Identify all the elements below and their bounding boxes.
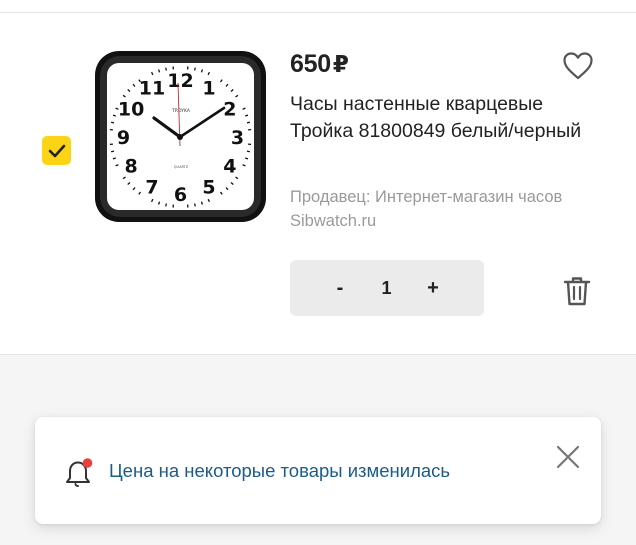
quantity-value: 1	[381, 277, 392, 298]
clock-tick	[193, 67, 196, 71]
clock-numeral: 12	[167, 70, 193, 92]
top-divider	[0, 0, 636, 13]
clock-tick	[110, 150, 115, 153]
cart-item-card: 12 1 2 3 4 5 6 7 8 9 10 11 TROYKA QUARTZ 650₽ Часы …	[0, 13, 636, 355]
wall-clock-image[interactable]: 12 12 3 45678 9 1011 TROYKA QUARTZ	[92, 48, 269, 225]
clock-tick	[246, 121, 251, 124]
clock-tick	[246, 150, 251, 153]
decrease-quantity-button[interactable]: -	[315, 260, 365, 316]
clock-tick	[112, 157, 116, 160]
quantity-stepper: - 1 +	[290, 260, 484, 316]
price-change-notice: Цена на некоторые товары изменилась	[35, 417, 601, 524]
clock-tick	[110, 121, 115, 124]
clock-numeral: 11	[139, 78, 165, 100]
clock-numeral: 3	[231, 127, 244, 149]
clock-tick	[200, 201, 204, 205]
select-item-checkbox[interactable]	[42, 136, 71, 165]
clock-quartz-label: QUARTZ	[174, 165, 189, 169]
clock-numeral: 7	[145, 176, 158, 198]
clock-tick	[157, 69, 161, 73]
heart-icon	[563, 51, 593, 79]
checkmark-icon	[48, 144, 65, 157]
clock-numeral: 2	[223, 99, 236, 121]
delete-item-button[interactable]	[557, 271, 597, 311]
clock-tick	[112, 114, 116, 117]
clock-tick	[165, 67, 168, 71]
clock-numeral: 1	[202, 78, 215, 100]
increase-quantity-button[interactable]: +	[408, 260, 458, 316]
product-title[interactable]: Часы настенные кварцевые Тройка 81800849…	[290, 91, 590, 145]
clock-brand-label: TROYKA	[171, 108, 191, 114]
clock-numeral: 8	[124, 156, 137, 178]
clock-numeral: 5	[202, 176, 215, 198]
clock-tick	[157, 201, 161, 205]
clock-tick	[245, 157, 249, 160]
clock-tick	[193, 203, 196, 207]
section-gap	[0, 356, 636, 389]
close-icon	[556, 445, 580, 469]
clock-tick	[200, 69, 204, 73]
clock-numeral: 4	[223, 156, 236, 178]
clock-numeral: 6	[174, 184, 187, 206]
clock-numeral: 9	[117, 127, 130, 149]
notice-text: Цена на некоторые товары изменилась	[109, 460, 451, 481]
favorite-button[interactable]	[558, 47, 598, 83]
clock-tick	[245, 114, 249, 117]
price: 650₽	[290, 50, 349, 78]
clock-numeral: 10	[118, 99, 144, 121]
clock-tick	[165, 203, 168, 207]
trash-icon	[563, 277, 591, 306]
close-notice-button[interactable]	[551, 440, 585, 474]
seller-info: Продавец: Интернет-магазин часов Sibwatc…	[290, 188, 563, 230]
bell-icon	[66, 458, 93, 487]
